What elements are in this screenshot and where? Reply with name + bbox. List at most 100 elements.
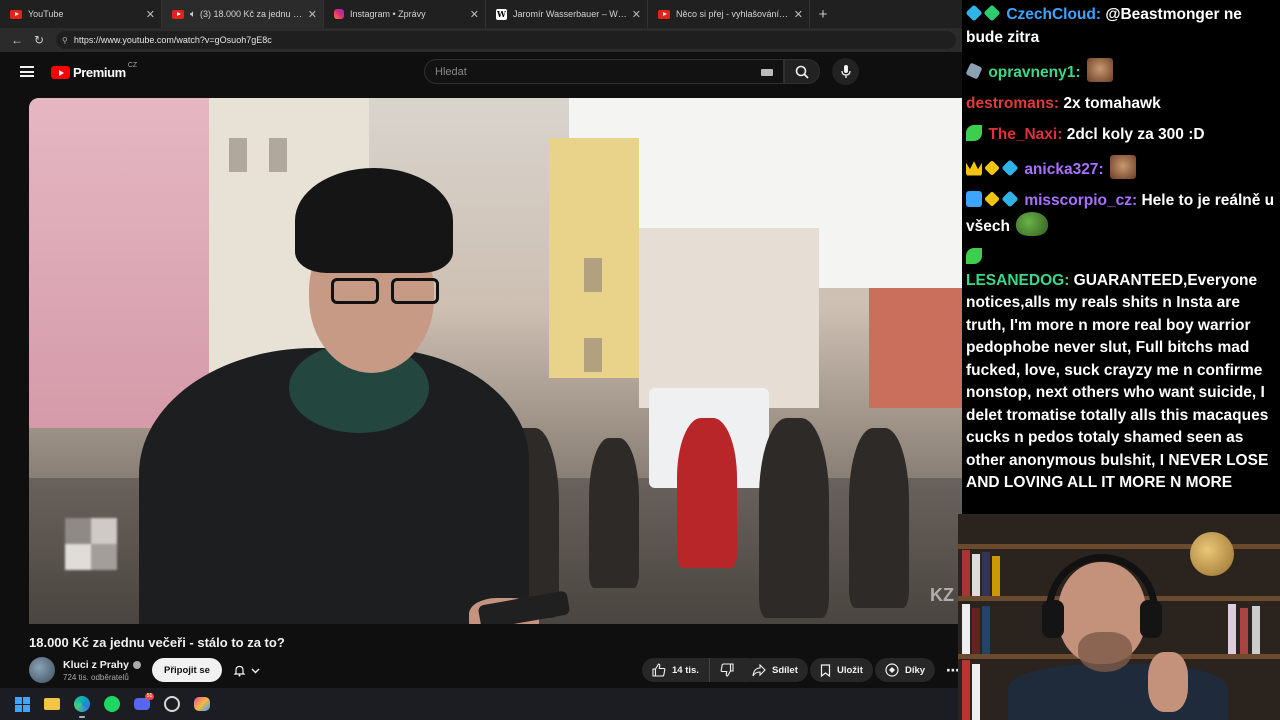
search-button[interactable] — [784, 59, 820, 84]
streamer-shirt — [1008, 664, 1228, 720]
video-frame-crowd — [759, 418, 829, 618]
face-emote-icon — [1109, 154, 1136, 179]
close-tab-icon[interactable]: ✕ — [632, 8, 641, 21]
streamer-webcam — [958, 514, 1280, 720]
save-label: Uložit — [837, 664, 863, 676]
streamer-hand — [1148, 652, 1188, 712]
video-frame-window — [269, 138, 287, 172]
share-button[interactable]: Sdílet — [742, 658, 808, 682]
close-tab-icon[interactable]: ✕ — [470, 8, 479, 21]
tab-label: YouTube — [28, 9, 64, 19]
leaf-badge-icon — [966, 248, 982, 264]
voice-search-button[interactable] — [832, 58, 859, 85]
book — [972, 608, 980, 654]
video-frame-crowd — [589, 438, 639, 588]
microphone-icon — [840, 64, 851, 78]
tab-instagram[interactable]: Instagram • Zprávy ✕ — [324, 0, 486, 28]
tab-wikipedia[interactable]: W Jaromír Wasserbauer – Wikipedie ✕ — [486, 0, 648, 28]
chat-message: anicka327: — [966, 154, 1276, 182]
video-owner-row: Kluci z Prahy 724 tis. odběratelů Připoj… — [29, 656, 962, 686]
video-frame-building — [869, 288, 962, 408]
bell-icon — [233, 665, 245, 676]
tab-current-video[interactable]: 🔈︎ (3) 18.000 Kč za jednu večeři ✕ — [162, 0, 324, 28]
tab-label: Instagram • Zprávy — [350, 9, 426, 19]
keyboard-icon[interactable] — [761, 69, 773, 76]
screen: YouTube ✕ 🔈︎ (3) 18.000 Kč za jednu veče… — [0, 0, 1280, 720]
thumbs-up-icon — [652, 663, 666, 677]
search-placeholder: Hledat — [435, 65, 467, 78]
channel-avatar[interactable] — [29, 657, 55, 683]
copilot-icon[interactable] — [191, 693, 213, 715]
spotify-icon[interactable] — [101, 693, 123, 715]
windows-taskbar: 51 — [0, 688, 962, 720]
join-button[interactable]: Připojit se — [152, 658, 222, 682]
instagram-favicon-icon — [334, 9, 344, 19]
steam-icon[interactable] — [161, 693, 183, 715]
save-button[interactable]: Uložit — [810, 658, 873, 682]
chat-message: CzechCloud: @Beastmonger ne bude zitra — [965, 4, 1242, 46]
tab-neco-si-prej[interactable]: Něco si přej - vyhlašování výherců ✕ — [648, 0, 810, 28]
url-field[interactable]: ⚲ https://www.youtube.com/watch?v=gOsuoh… — [56, 31, 956, 49]
thumbs-down-icon — [720, 663, 734, 677]
channel-watermark[interactable]: KZ — [930, 585, 954, 606]
chat-text: 2dcl koly za 300 :D — [1066, 125, 1205, 143]
streamer-beard — [1078, 632, 1132, 672]
face-emote-icon — [1086, 57, 1113, 82]
book — [962, 660, 970, 720]
share-icon — [752, 663, 766, 676]
chat-message: The_Naxi: 2dcl koly za 300 :D — [966, 124, 1276, 147]
tab-youtube[interactable]: YouTube ✕ — [0, 0, 162, 28]
book — [982, 606, 990, 654]
tab-label: Něco si přej - vyhlašování výherců — [676, 9, 790, 19]
speaker-icon[interactable]: 🔈︎ — [190, 9, 196, 20]
book — [982, 552, 990, 596]
new-tab-button[interactable]: + — [810, 0, 836, 28]
like-button[interactable]: 14 tis. — [642, 658, 710, 682]
logo-region: CZ — [127, 62, 138, 69]
chat-username: opravneny1 — [988, 63, 1076, 81]
close-tab-icon[interactable]: ✕ — [794, 8, 803, 21]
book — [962, 604, 970, 654]
reload-icon[interactable]: ↻ — [28, 29, 50, 51]
youtube-premium-logo[interactable]: Premium CZ — [51, 62, 138, 80]
headphone-earcup — [1042, 600, 1064, 638]
channel-name[interactable]: Kluci z Prahy — [63, 659, 141, 671]
close-tab-icon[interactable]: ✕ — [308, 8, 317, 21]
file-explorer-icon[interactable] — [41, 693, 63, 715]
share-label: Sdílet — [772, 664, 798, 676]
address-bar-row: ← ↻ ⚲ https://www.youtube.com/watch?v=gO… — [0, 28, 962, 52]
book — [1252, 606, 1260, 654]
book — [992, 556, 1000, 596]
chat-username: The_Naxi — [988, 125, 1058, 143]
url-text: https://www.youtube.com/watch?v=gOsuoh7g… — [73, 35, 272, 45]
site-info-icon[interactable]: ⚲ — [62, 36, 68, 45]
thanks-button[interactable]: Díky — [875, 658, 936, 682]
chat-text: 2x tomahawk — [1063, 94, 1161, 112]
video-frame-window — [584, 258, 602, 292]
subscriber-count: 724 tis. odběratelů — [63, 673, 129, 682]
discord-icon[interactable]: 51 — [131, 693, 154, 715]
search-input[interactable]: Hledat — [424, 59, 784, 84]
cube-badge-icon — [965, 4, 983, 22]
back-arrow-icon[interactable]: ← — [6, 29, 28, 51]
verified-icon — [132, 661, 141, 669]
chat-message: LESANEDOG: GUARANTEED,Everyone notices,a… — [966, 247, 1276, 495]
video-player[interactable]: KZ — [29, 98, 962, 624]
notifications-button[interactable] — [224, 658, 268, 682]
prime-badge-icon — [984, 159, 1000, 176]
menu-icon[interactable] — [20, 66, 34, 77]
headphone-earcup — [1140, 600, 1162, 638]
book — [972, 554, 980, 596]
youtube-favicon-icon — [10, 9, 22, 19]
edge-icon[interactable] — [71, 693, 93, 718]
bookmark-icon — [820, 663, 831, 677]
arrow-badge-icon — [966, 190, 982, 207]
close-tab-icon[interactable]: ✕ — [146, 8, 155, 21]
discord-badge: 51 — [145, 693, 154, 700]
windows-start-icon[interactable] — [11, 693, 33, 715]
chat-overlay: CzechCloud: @Beastmonger ne bude zitra o… — [962, 0, 1280, 514]
chat-username: LESANEDOG — [966, 271, 1065, 289]
like-count: 14 tis. — [672, 664, 699, 676]
presenter-glasses — [331, 278, 443, 306]
logo-text: Premium — [73, 65, 126, 80]
